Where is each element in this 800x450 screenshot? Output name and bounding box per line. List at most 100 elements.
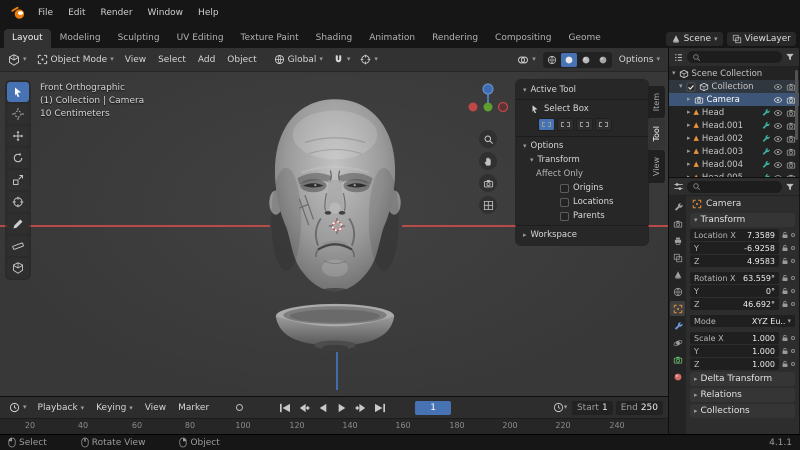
scale-tool[interactable] — [7, 170, 29, 190]
location-z-field[interactable]: Z 4.9583 — [690, 255, 779, 267]
modifier-wrench-icon[interactable] — [761, 108, 770, 117]
menu-view[interactable]: View — [120, 52, 151, 68]
rotation-y-field[interactable]: Y 0° — [690, 285, 779, 297]
lock-icon[interactable] — [781, 334, 789, 342]
select-box-tool[interactable] — [7, 82, 29, 102]
select-mode-invert[interactable] — [595, 118, 612, 131]
parents-checkbox[interactable] — [560, 211, 569, 221]
tab-material[interactable] — [670, 369, 685, 384]
workspace-tab-animation[interactable]: Animation — [361, 29, 423, 48]
editor-type-button[interactable]: ▾ — [4, 52, 31, 68]
outliner-row-head-003[interactable]: ▸ ▲ Head.003 — [669, 145, 799, 158]
scale-y-field[interactable]: Y 1.000 — [690, 345, 779, 357]
eye-icon[interactable] — [773, 108, 783, 118]
outliner-row-head[interactable]: ▸ ▲ Head — [669, 106, 799, 119]
eye-icon[interactable] — [773, 121, 783, 131]
tab-world[interactable] — [670, 284, 685, 299]
delta-transform-panel[interactable]: ▸ Delta Transform — [690, 372, 795, 386]
camera-view-button[interactable] — [479, 174, 497, 192]
shading-material-button[interactable] — [578, 53, 594, 67]
play-button[interactable] — [333, 400, 351, 415]
filter-icon[interactable] — [785, 52, 795, 62]
eye-icon[interactable] — [773, 160, 783, 170]
tab-physics[interactable] — [670, 335, 685, 350]
scene-selector[interactable]: Scene ▾ — [665, 32, 723, 46]
collection-checkbox[interactable] — [686, 82, 696, 92]
frame-start-field[interactable]: Start 1 — [571, 400, 613, 415]
modifier-wrench-icon[interactable] — [761, 147, 770, 156]
outliner-row-head-002[interactable]: ▸ ▲ Head.002 — [669, 132, 799, 145]
menu-render[interactable]: Render — [94, 5, 140, 21]
lock-icon[interactable] — [781, 360, 789, 368]
show-overlays-toggle[interactable]: ▾ — [513, 52, 540, 68]
workspace-tab-shading[interactable]: Shading — [308, 29, 361, 48]
transform-tool[interactable] — [7, 192, 29, 212]
menu-playback[interactable]: Playback ▾ — [33, 400, 90, 416]
menu-file[interactable]: File — [31, 5, 60, 21]
render-camera-icon[interactable] — [786, 147, 796, 157]
3d-viewport[interactable]: Front Orthographic (1) Collection | Came… — [0, 72, 668, 396]
outliner-row-head-004[interactable]: ▸ ▲ Head.004 — [669, 158, 799, 171]
snap-toggle[interactable]: ▾ — [329, 52, 355, 67]
tab-tool[interactable]: Tool — [648, 119, 665, 149]
next-keyframe-button[interactable] — [352, 400, 370, 415]
workspace-tab-sculpting[interactable]: Sculpting — [110, 29, 168, 48]
navigation-gizmo[interactable] — [465, 80, 511, 126]
playback-sync-button[interactable]: ▾ — [551, 400, 569, 415]
modifier-wrench-icon[interactable] — [761, 173, 770, 177]
lock-icon[interactable] — [781, 347, 789, 355]
animate-dot-icon[interactable] — [791, 289, 795, 293]
lock-icon[interactable] — [781, 274, 789, 282]
workspace-tab-rendering[interactable]: Rendering — [424, 29, 486, 48]
tab-view[interactable]: View — [648, 149, 665, 183]
outliner-row-collection[interactable]: ▾ Collection — [669, 80, 799, 93]
shading-wireframe-button[interactable] — [544, 53, 560, 67]
properties-editor-icon[interactable] — [673, 181, 684, 192]
workspace-tab-texture-paint[interactable]: Texture Paint — [233, 29, 307, 48]
workspace-tab-modeling[interactable]: Modeling — [52, 29, 109, 48]
scale-x-field[interactable]: Scale X 1.000 — [690, 332, 779, 344]
auto-keying-button[interactable] — [230, 400, 248, 415]
lock-icon[interactable] — [781, 300, 789, 308]
menu-window[interactable]: Window — [141, 5, 191, 21]
eye-icon[interactable] — [773, 134, 783, 144]
locations-checkbox[interactable] — [560, 197, 569, 207]
blender-menu-button[interactable] — [6, 4, 30, 22]
animate-dot-icon[interactable] — [791, 336, 795, 340]
select-box-row[interactable]: Select Box — [516, 102, 648, 116]
animate-dot-icon[interactable] — [791, 349, 795, 353]
workspace-tab-geometry-nodes[interactable]: Geome — [560, 29, 602, 48]
transform-panel-header[interactable]: ▾ Transform — [690, 213, 795, 227]
tab-render[interactable] — [670, 216, 685, 231]
animate-dot-icon[interactable] — [791, 362, 795, 366]
outliner-scrollbar[interactable] — [795, 70, 798, 140]
location-y-field[interactable]: Y -6.9258 — [690, 242, 779, 254]
tab-view-layer[interactable] — [670, 250, 685, 265]
menu-select[interactable]: Select — [153, 52, 191, 68]
cursor-tool[interactable] — [7, 104, 29, 124]
outliner-row-scene-collection[interactable]: ▾ Scene Collection — [669, 67, 799, 80]
tab-modifiers[interactable] — [670, 318, 685, 333]
animate-dot-icon[interactable] — [791, 259, 795, 263]
lock-icon[interactable] — [781, 287, 789, 295]
annotate-tool[interactable] — [7, 214, 29, 234]
outliner-editor-icon[interactable] — [673, 52, 684, 63]
menu-add[interactable]: Add — [193, 52, 220, 68]
menu-edit[interactable]: Edit — [61, 5, 92, 21]
viewlayer-selector[interactable]: ViewLayer — [726, 32, 796, 46]
mode-dropdown[interactable]: Object Mode ▾ — [33, 52, 118, 67]
prev-keyframe-button[interactable] — [295, 400, 313, 415]
shading-solid-button[interactable] — [560, 52, 577, 67]
pan-button[interactable] — [479, 152, 497, 170]
proportional-edit-toggle[interactable]: ▾ — [356, 52, 382, 67]
menu-view-timeline[interactable]: View — [140, 400, 171, 416]
tab-output[interactable] — [670, 233, 685, 248]
jump-to-start-button[interactable] — [276, 400, 294, 415]
viewport-options-dropdown[interactable]: Options ▾ — [615, 53, 664, 67]
timeline-ruler[interactable]: 20 40 60 80 100 120 140 160 180 200 220 … — [0, 418, 668, 434]
outliner-search-input[interactable] — [687, 51, 782, 63]
collections-panel[interactable]: ▸ Collections — [690, 404, 795, 418]
add-primitive-tool[interactable] — [7, 258, 29, 278]
workspace-header[interactable]: ▸ Workspace — [516, 228, 648, 242]
shading-rendered-button[interactable] — [595, 53, 611, 67]
